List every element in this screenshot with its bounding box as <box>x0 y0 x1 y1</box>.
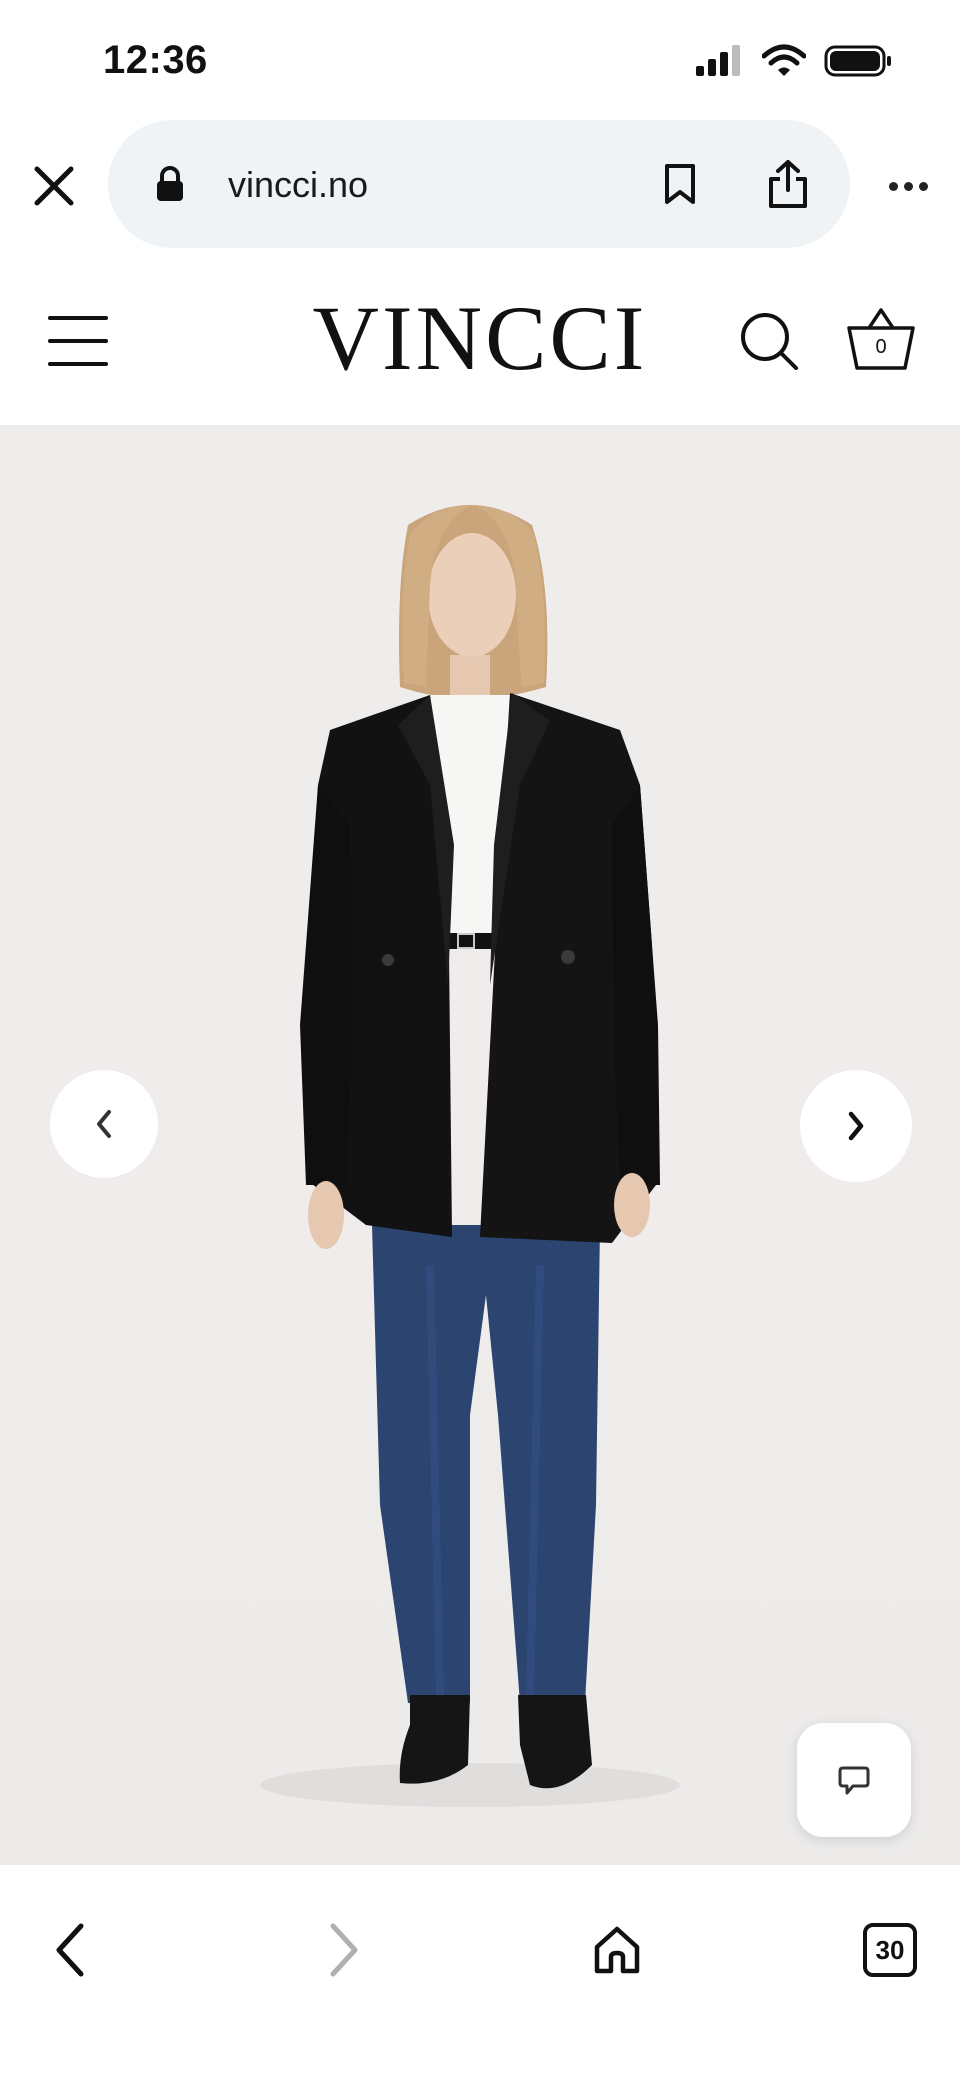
url-field[interactable]: vincci.no <box>108 120 850 248</box>
back-button[interactable] <box>36 1915 106 1985</box>
previous-image-button[interactable] <box>50 1070 158 1178</box>
search-icon <box>741 313 798 370</box>
menu-button[interactable] <box>48 316 108 366</box>
tabs-icon: 30 <box>863 1923 917 1977</box>
home-button[interactable] <box>582 1915 652 1985</box>
more-icon-dot <box>918 181 928 191</box>
forward-icon <box>330 1923 358 1977</box>
back-icon <box>56 1923 84 1977</box>
chevron-left-icon <box>97 1110 111 1138</box>
cart-count: 0 <box>875 336 887 358</box>
close-icon <box>34 166 74 206</box>
share-icon <box>769 160 807 208</box>
close-tab-button[interactable] <box>28 160 80 212</box>
more-icon <box>888 181 898 191</box>
chat-button[interactable] <box>797 1723 911 1837</box>
share-button[interactable] <box>760 156 816 212</box>
menu-icon-line <box>48 339 108 343</box>
chat-icon <box>838 1766 870 1795</box>
wifi-icon <box>762 44 806 76</box>
status-icons <box>694 44 894 78</box>
menu-icon-line <box>48 362 108 366</box>
cellular-signal-icon <box>696 45 740 76</box>
next-image-button[interactable] <box>800 1070 912 1182</box>
cart-button[interactable]: 0 <box>846 306 916 374</box>
site-header: VINCCI 0 <box>0 270 960 425</box>
menu-icon <box>48 316 108 320</box>
browser-bottom-toolbar: 30 <box>0 1865 960 2078</box>
url-text: vincci.no <box>228 164 369 205</box>
bookmark-button[interactable] <box>656 160 704 208</box>
chevron-right-icon <box>848 1111 864 1141</box>
battery-icon <box>824 45 891 77</box>
tabs-button[interactable]: 30 <box>855 1915 925 1985</box>
site-logo[interactable]: VINCCI <box>295 288 665 388</box>
search-button[interactable] <box>738 310 802 374</box>
forward-button[interactable] <box>308 1915 378 1985</box>
browser-address-bar: vincci.no <box>0 120 960 250</box>
bookmark-icon <box>665 164 695 204</box>
status-time: 12:36 <box>103 38 208 82</box>
home-icon <box>594 1926 640 1974</box>
more-options-button[interactable] <box>880 160 936 212</box>
lock-icon <box>157 166 183 201</box>
more-icon-dot <box>903 181 913 191</box>
status-bar: 12:36 <box>0 0 960 120</box>
product-image-gallery[interactable] <box>0 425 960 1865</box>
